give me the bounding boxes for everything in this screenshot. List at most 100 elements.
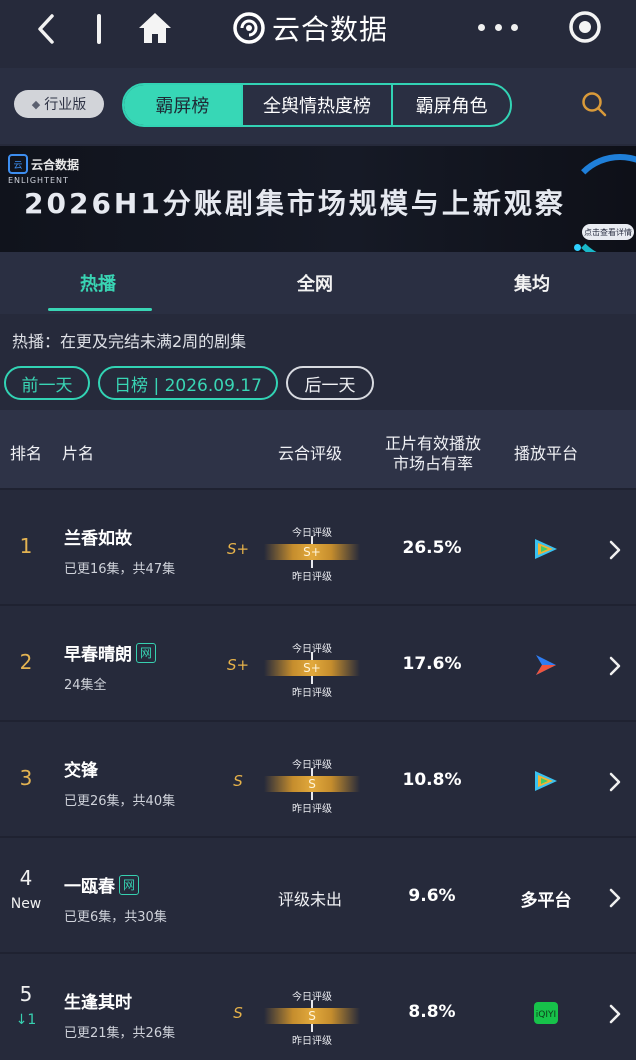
column-name: 片名	[62, 444, 95, 463]
tencent-video-icon	[535, 771, 557, 791]
rank-number: 3	[19, 766, 33, 790]
tab-all-network[interactable]: 全网	[297, 270, 333, 296]
top-bar: 云合数据	[0, 0, 636, 62]
grade-connector	[311, 560, 313, 568]
rank-number: 2	[19, 650, 33, 674]
ranking-segmented-control: 霸屏榜 全舆情热度榜 霸屏角色	[122, 83, 512, 127]
market-share: 8.8%	[408, 1002, 456, 1022]
grade-connector	[311, 768, 313, 776]
promo-banner[interactable]: 云 云合数据 ENLIGHTENT 2026H1分账剧集市场规模与上新观察 点击…	[0, 146, 636, 252]
app-brand: 云合数据	[232, 8, 388, 48]
next-day-button[interactable]: 后一天	[286, 366, 374, 400]
table-header: 排名 片名 云合评级 正片有效播放 市场占有率 播放平台	[0, 410, 636, 488]
more-icon[interactable]	[478, 20, 518, 34]
episode-info: 已更16集，共47集	[64, 562, 176, 577]
segment-dominance-roles[interactable]: 霸屏角色	[391, 85, 510, 125]
yesterday-grade-label: 昨日评级	[292, 572, 332, 583]
table-row[interactable]: 2 早春晴朗网 24集全 S+ 今日评级 S+ 昨日评级 17.6%	[0, 604, 636, 718]
app-title: 云合数据	[272, 13, 389, 46]
drama-title[interactable]: 兰香如故	[64, 524, 132, 549]
banner-logo-text: 云合数据	[31, 157, 80, 172]
market-share: 10.8%	[402, 770, 462, 790]
grade-bar-value: S	[308, 1009, 316, 1023]
grade-indicator: 今日评级 S 昨日评级	[262, 988, 362, 1047]
active-tab-indicator	[48, 308, 152, 311]
episode-info: 24集全	[64, 678, 107, 693]
grade-connector	[311, 652, 313, 660]
chevron-right-icon[interactable]	[608, 772, 622, 792]
prev-day-button[interactable]: 前一天	[4, 366, 90, 400]
diamond-icon: ◆	[31, 97, 41, 111]
drama-title-text: 生逢其时	[64, 993, 132, 1013]
yesterday-grade-label: 昨日评级	[292, 688, 332, 699]
grade-bar-value: S	[308, 777, 316, 791]
tab-episode-average[interactable]: 集均	[514, 270, 550, 296]
industry-edition-badge[interactable]: ◆ 行业版	[14, 90, 104, 118]
grade-label: S+	[226, 656, 250, 674]
search-icon[interactable]	[580, 90, 608, 118]
table-row[interactable]: 1 兰香如故已更16集，共47集 S+ 今日评级 S+ 昨日评级 26.5%	[0, 488, 636, 602]
segment-dominance-chart[interactable]: 霸屏榜	[124, 85, 241, 125]
scope-tabs: 热播 全网 集均	[0, 252, 636, 314]
column-share-line2: 市场占有率	[393, 454, 474, 473]
drama-title[interactable]: 早春晴朗网	[64, 640, 156, 665]
grade-connector	[311, 1000, 313, 1008]
divider	[97, 14, 101, 44]
grade-connector	[311, 536, 313, 544]
grade-label: S+	[226, 540, 250, 558]
rank-number: 5	[19, 982, 33, 1006]
grade-bar-value: S+	[303, 545, 321, 559]
rank-number: 4	[19, 866, 33, 890]
banner-cta-button[interactable]: 点击查看详情	[582, 224, 634, 240]
chevron-right-icon[interactable]	[608, 656, 622, 676]
grade-connector	[311, 1024, 313, 1032]
episode-info: 已更6集，共30集	[64, 910, 167, 925]
web-drama-tag: 网	[119, 874, 139, 895]
banner-logo: 云 云合数据	[8, 154, 79, 174]
ranking-type-nav: ◆ 行业版 霸屏榜 全舆情热度榜 霸屏角色	[0, 68, 636, 144]
date-selector: 前一天 日榜 | 2026.09.17 后一天	[4, 366, 374, 400]
rank-change: ↓1	[15, 1012, 37, 1028]
drama-title-text: 交锋	[64, 761, 98, 781]
chevron-right-icon[interactable]	[608, 1004, 622, 1024]
brand-logo-icon	[233, 12, 265, 44]
table-row[interactable]: 3 交锋 已更26集，共40集 S 今日评级 S 昨日评级 10.8%	[0, 720, 636, 834]
drama-title-text: 兰香如故	[64, 529, 132, 549]
chevron-right-icon[interactable]	[608, 540, 622, 560]
iqiyi-icon: iQIYI	[534, 1002, 558, 1024]
grade-connector	[311, 676, 313, 684]
drama-title[interactable]: 生逢其时	[64, 988, 132, 1013]
column-platform: 播放平台	[514, 444, 579, 463]
decorative-dot	[574, 244, 581, 251]
table-row[interactable]: 5 ↓1 生逢其时 已更21集，共26集 S 今日评级 S 昨日评级 8.8% iQIY…	[0, 952, 636, 1060]
grade-indicator: 今日评级 S+ 昨日评级	[262, 524, 362, 583]
table-row[interactable]: 4 New 一瓯春网已更6集，共30集 评级未出 9.6% 多平台	[0, 836, 636, 950]
drama-title-text: 早春晴朗	[64, 645, 132, 665]
yesterday-grade-label: 昨日评级	[292, 1036, 332, 1047]
drama-title[interactable]: 一瓯春网	[64, 872, 139, 897]
market-share: 26.5%	[402, 538, 462, 558]
home-icon[interactable]	[136, 10, 174, 46]
back-arrow-icon[interactable]	[32, 12, 60, 46]
industry-edition-label: 行业版	[44, 97, 87, 113]
chart-description: 热播：在更及完结未满2周的剧集	[12, 332, 247, 351]
close-mini-program-icon[interactable]	[568, 10, 602, 44]
current-date-picker[interactable]: 日榜 | 2026.09.17	[98, 366, 278, 400]
tab-hot-airing[interactable]: 热播	[80, 270, 116, 296]
market-share: 9.6%	[408, 886, 456, 906]
grade-indicator: 今日评级 S+ 昨日评级	[262, 640, 362, 699]
drama-title[interactable]: 交锋	[64, 756, 98, 781]
grade-label: S	[233, 772, 243, 790]
yesterday-grade-label: 昨日评级	[292, 804, 332, 815]
rank-number: 1	[19, 534, 33, 558]
svg-text:iQIYI: iQIYI	[536, 1010, 556, 1020]
chevron-right-icon[interactable]	[608, 888, 622, 908]
segment-public-opinion-heat[interactable]: 全舆情热度榜	[240, 85, 391, 125]
tencent-video-icon	[535, 539, 557, 559]
web-drama-tag: 网	[136, 642, 156, 663]
rank-change: New	[10, 896, 42, 912]
grade-connector	[311, 792, 313, 800]
episode-info: 已更26集，共40集	[64, 794, 176, 809]
platform-multi: 多平台	[520, 891, 572, 911]
column-grade: 云合评级	[278, 444, 343, 463]
